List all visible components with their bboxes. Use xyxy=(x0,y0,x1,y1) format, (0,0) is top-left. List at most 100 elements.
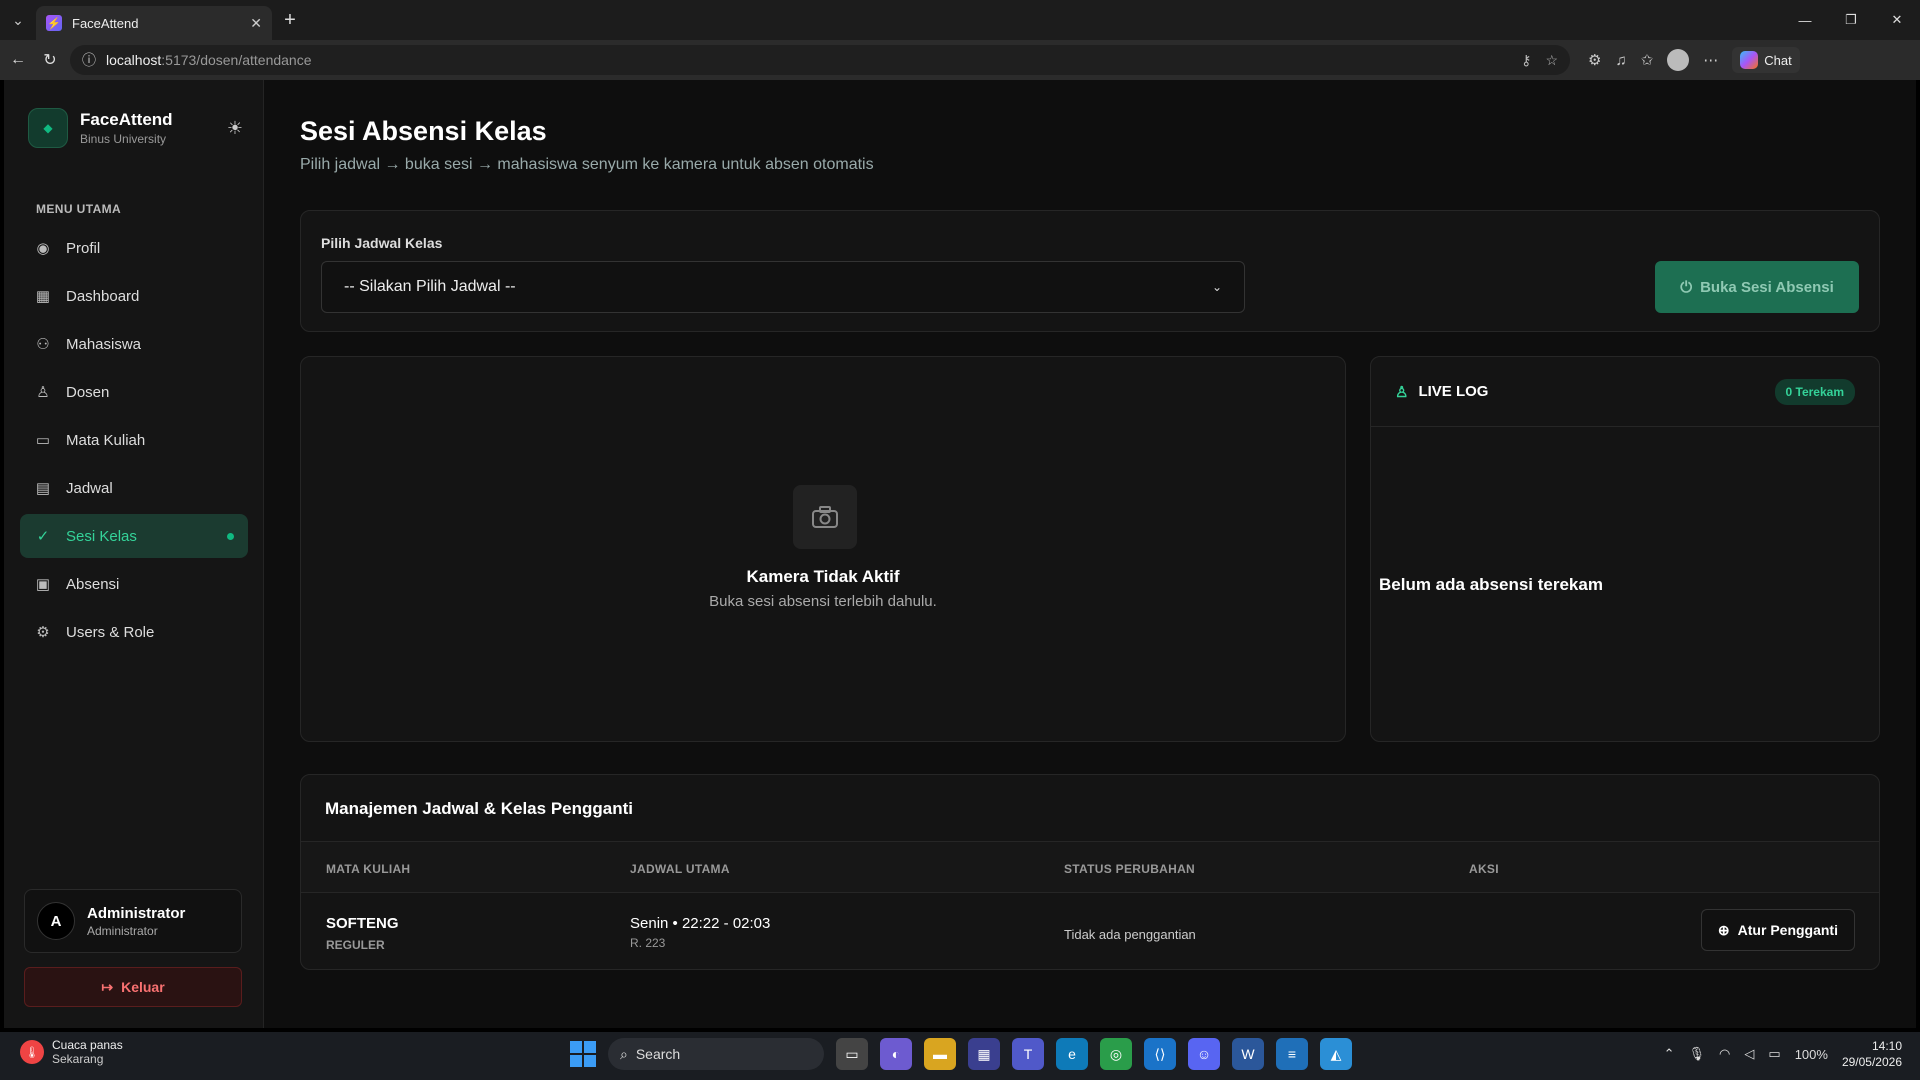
notepad-icon[interactable]: ≡ xyxy=(1276,1038,1308,1070)
store-icon[interactable]: ▦ xyxy=(968,1038,1000,1070)
restore-icon[interactable]: ❐ xyxy=(1828,0,1874,40)
key-icon[interactable]: ⚷ xyxy=(1521,52,1531,69)
camera-panel: Kamera Tidak Aktif Buka sesi absensi ter… xyxy=(300,356,1346,742)
sidebar-item-dashboard[interactable]: ▦ Dashboard xyxy=(20,274,248,318)
calendar-icon: ▤ xyxy=(35,480,51,497)
discord-icon[interactable]: ☺ xyxy=(1188,1038,1220,1070)
faceattend-favicon-icon: ⚡ xyxy=(46,15,62,31)
schedule-management-table: Manajemen Jadwal & Kelas Pengganti MATA … xyxy=(300,774,1880,970)
schedule-selected-value: -- Silakan Pilih Jadwal -- xyxy=(344,278,516,295)
weather-widget[interactable]: 🌡 Cuaca panas Sekarang xyxy=(20,1038,123,1066)
sidebar-item-label: Dosen xyxy=(66,383,110,401)
url-field[interactable]: ⓘ localhost:5173/dosen/attendance ⚷ ☆ xyxy=(70,45,1570,75)
user-name: Administrator xyxy=(87,904,186,922)
brand-subtitle: Binus University xyxy=(80,132,167,146)
file-explorer-icon[interactable]: ▬ xyxy=(924,1038,956,1070)
taskbar-search[interactable]: ⌕ Search xyxy=(608,1038,824,1070)
profile-avatar-icon[interactable] xyxy=(1667,49,1690,71)
copilot-chat-button[interactable]: Chat xyxy=(1732,47,1800,73)
media-icon[interactable]: ♫ xyxy=(1615,52,1626,69)
sidebar-item-label: Sesi Kelas xyxy=(66,527,137,545)
microphone-icon[interactable]: 🎙 xyxy=(1689,1046,1706,1062)
book-icon: ▭ xyxy=(35,432,51,449)
sidebar-item-users-role[interactable]: ⚙ Users & Role xyxy=(20,610,248,654)
back-icon[interactable]: ← xyxy=(4,44,32,76)
copilot-app-icon[interactable]: ◐ xyxy=(880,1038,912,1070)
wifi-icon[interactable]: ◠ xyxy=(1719,1046,1730,1062)
extensions-icon[interactable]: ⚙ xyxy=(1588,51,1601,69)
column-header: JADWAL UTAMA xyxy=(630,862,730,876)
tab-title: FaceAttend xyxy=(72,15,139,31)
schedule-select[interactable]: -- Silakan Pilih Jadwal -- ⌄ xyxy=(321,261,1245,313)
clipboard-icon: ▣ xyxy=(35,576,51,593)
browser-tab-bar: ⌄ ⚡ FaceAttend ✕ + — ❐ ✕ xyxy=(0,0,1920,40)
user-card[interactable]: A Administrator Administrator xyxy=(24,889,242,953)
set-replacement-button[interactable]: ⊕ Atur Pengganti xyxy=(1700,909,1855,951)
set-replacement-label: Atur Pengganti xyxy=(1737,922,1838,938)
camera-title: Kamera Tidak Aktif xyxy=(746,567,900,586)
sidebar-item-label: Users & Role xyxy=(66,623,155,641)
sidebar-menu: ◉ Profil ▦ Dashboard ⚇ Mahasiswa ♙ Dosen ▭ Ma… xyxy=(20,226,248,658)
favorites-icon[interactable]: ✩ xyxy=(1641,51,1654,69)
logout-icon: ↦ xyxy=(101,978,114,995)
camera-icon xyxy=(793,485,857,549)
volume-icon[interactable]: ◁ xyxy=(1744,1046,1754,1062)
task-view-icon[interactable]: ▭ xyxy=(836,1038,868,1070)
weather-subtitle: Sekarang xyxy=(52,1052,104,1066)
brand-logo-icon: ◆ xyxy=(28,108,68,148)
user-circle-icon: ◉ xyxy=(36,240,50,257)
page-title: Sesi Absensi Kelas xyxy=(300,116,547,146)
edge-icon[interactable]: e xyxy=(1056,1038,1088,1070)
sidebar-item-profil[interactable]: ◉ Profil xyxy=(20,226,248,270)
vscode-icon[interactable]: ⟨⟩ xyxy=(1144,1038,1176,1070)
camera-subtitle: Buka sesi absensi terlebih dahulu. xyxy=(709,593,937,610)
system-tray: ⌃ 🎙 ◠ ◁ ▭ 100% 14:10 29/05/2026 xyxy=(1664,1038,1902,1070)
live-log-title: LIVE LOG xyxy=(1418,383,1489,400)
live-log-header: ♙ LIVE LOG 0 Terekam xyxy=(1371,357,1879,427)
table-row: SOFTENG REGULER Senin • 22:22 - 02:03 R.… xyxy=(301,893,1879,971)
reload-icon[interactable]: ↻ xyxy=(36,44,64,76)
tab-list-button[interactable]: ⌄ xyxy=(0,0,36,40)
logout-label: Keluar xyxy=(121,979,165,995)
url-host: localhost xyxy=(106,52,162,68)
clock-date: 29/05/2026 xyxy=(1841,1055,1902,1069)
new-tab-button[interactable]: + xyxy=(272,0,308,40)
battery-icon[interactable]: ▭ xyxy=(1768,1046,1780,1062)
browser-tab[interactable]: ⚡ FaceAttend ✕ xyxy=(36,6,272,40)
favorite-star-icon[interactable]: ☆ xyxy=(1545,52,1558,69)
sidebar-item-jadwal[interactable]: ▤ Jadwal xyxy=(20,466,248,510)
photos-icon[interactable]: ◭ xyxy=(1320,1038,1352,1070)
sidebar-item-sesi-kelas[interactable]: ✓ Sesi Kelas xyxy=(20,514,248,558)
start-windows-icon[interactable] xyxy=(570,1041,596,1067)
chevron-up-icon[interactable]: ⌃ xyxy=(1664,1046,1675,1062)
info-icon: ⓘ xyxy=(82,52,96,68)
teams-icon[interactable]: T xyxy=(1012,1038,1044,1070)
word-icon[interactable]: W xyxy=(1232,1038,1264,1070)
brand: ◆ FaceAttend Binus University ☀ xyxy=(28,102,243,154)
sidebar-item-dosen[interactable]: ♙ Dosen xyxy=(20,370,248,414)
sidebar-item-mata-kuliah[interactable]: ▭ Mata Kuliah xyxy=(20,418,248,462)
copilot-icon xyxy=(1740,51,1759,69)
schedule-card: Pilih Jadwal Kelas -- Silakan Pilih Jadw… xyxy=(300,210,1880,332)
user-role: Administrator xyxy=(87,923,158,938)
logout-button[interactable]: ↦ Keluar xyxy=(24,967,242,1007)
more-menu-icon[interactable]: ⋯ xyxy=(1703,51,1718,69)
close-window-icon[interactable]: ✕ xyxy=(1874,0,1920,40)
gear-icon: ⚙ xyxy=(36,624,50,641)
clock[interactable]: 14:10 29/05/2026 xyxy=(1842,1038,1902,1070)
minimize-icon[interactable]: — xyxy=(1782,0,1828,40)
theme-toggle-sun-icon[interactable]: ☀ xyxy=(227,118,243,139)
column-header: AKSI xyxy=(1469,862,1499,876)
chrome-icon[interactable]: ◎ xyxy=(1100,1038,1132,1070)
app-root: ◆ FaceAttend Binus University ☀ MENU UTA… xyxy=(4,80,1916,1028)
avatar: A xyxy=(37,902,75,940)
table-title: Manajemen Jadwal & Kelas Pengganti xyxy=(325,799,633,818)
sidebar-item-mahasiswa[interactable]: ⚇ Mahasiswa xyxy=(20,322,248,366)
menu-header: MENU UTAMA xyxy=(36,202,122,216)
open-session-button[interactable]: ⏻ Buka Sesi Absensi xyxy=(1655,261,1859,313)
close-tab-icon[interactable]: ✕ xyxy=(250,15,262,32)
live-log-empty: Belum ada absensi terekam xyxy=(1379,575,1603,594)
live-log-panel: ♙ LIVE LOG 0 Terekam Belum ada absensi t… xyxy=(1370,356,1880,742)
page-subtitle: Pilih jadwal → buka sesi → mahasiswa sen… xyxy=(300,156,874,173)
sidebar-item-absensi[interactable]: ▣ Absensi xyxy=(20,562,248,606)
